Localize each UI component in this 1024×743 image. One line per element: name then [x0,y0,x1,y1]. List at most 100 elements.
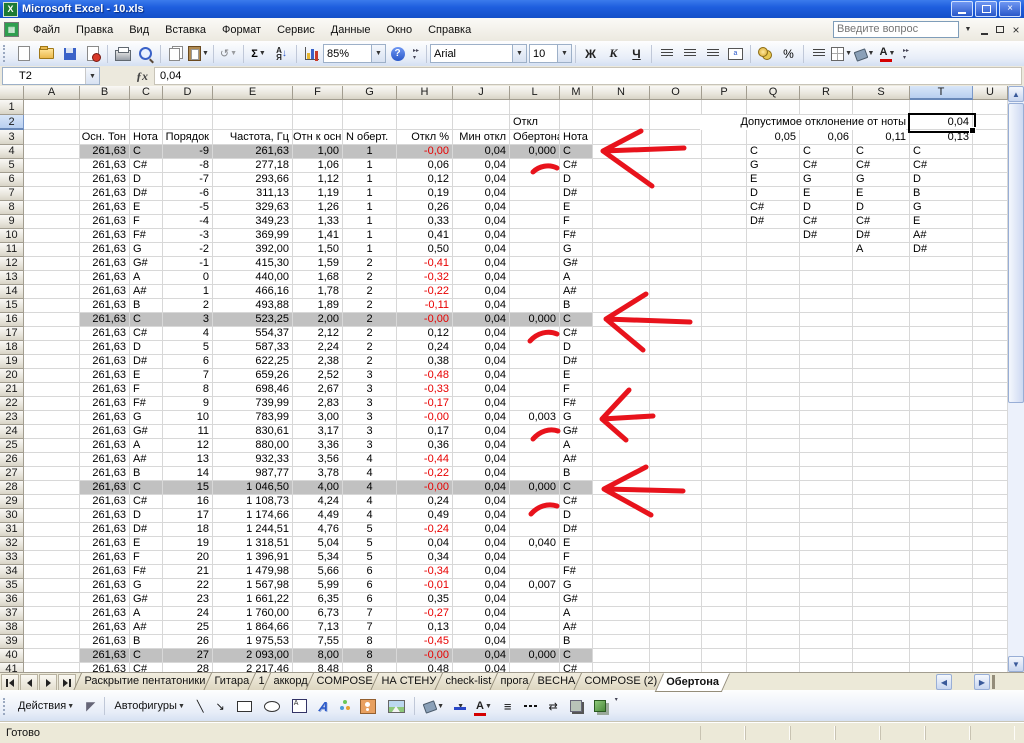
cell-H19[interactable]: 0,38 [397,355,453,369]
cell-P32[interactable] [702,537,747,551]
cell-P38[interactable] [702,621,747,635]
cell-J14[interactable]: 0,04 [453,285,510,299]
menu-файл[interactable]: Файл [25,21,68,39]
cell-E32[interactable]: 1 318,51 [213,537,293,551]
cell-Q40[interactable] [747,649,800,663]
cell-E19[interactable]: 622,25 [213,355,293,369]
cell-R22[interactable] [800,397,853,411]
cell-D36[interactable]: 23 [163,593,213,607]
cell-F25[interactable]: 3,36 [293,439,343,453]
cell-S21[interactable] [853,383,910,397]
cell-U27[interactable] [973,467,1008,481]
cell-J22[interactable]: 0,04 [453,397,510,411]
cell-P30[interactable] [702,509,747,523]
cell-U24[interactable] [973,425,1008,439]
cell-T33[interactable] [910,551,973,565]
cell-R17[interactable] [800,327,853,341]
cell-O2[interactable] [650,115,702,130]
cell-L5[interactable] [510,159,560,173]
help-button[interactable]: ? [386,43,409,65]
cell-U26[interactable] [973,453,1008,467]
cell-Q38[interactable] [747,621,800,635]
cell-N28[interactable] [593,481,650,495]
col-header-B[interactable]: B [80,86,130,100]
cell-B30[interactable]: 261,63 [80,509,130,523]
question-input[interactable] [833,21,959,38]
draw-actions-button[interactable]: Действия ▼ [12,695,80,717]
cell-P15[interactable] [702,299,747,313]
cell-J20[interactable]: 0,04 [453,369,510,383]
cell-T26[interactable] [910,453,973,467]
row-header-1[interactable]: 1 [0,100,24,115]
cell-C13[interactable]: A [130,271,163,285]
cell-S23[interactable] [853,411,910,425]
cell-D8[interactable]: -5 [163,201,213,215]
cell-A29[interactable] [24,495,80,509]
cell-R35[interactable] [800,579,853,593]
cell-D41[interactable]: 28 [163,663,213,672]
cell-O11[interactable] [650,243,702,257]
cell-C24[interactable]: G# [130,425,163,439]
cell-S16[interactable] [853,313,910,327]
cell-U10[interactable] [973,229,1008,243]
cell-C32[interactable]: E [130,537,163,551]
cell-B26[interactable]: 261,63 [80,453,130,467]
cell-C18[interactable]: D [130,341,163,355]
cell-A38[interactable] [24,621,80,635]
cell-H29[interactable]: 0,24 [397,495,453,509]
autoshapes-button[interactable]: Автофигуры ▼ [108,695,191,717]
cell-J17[interactable]: 0,04 [453,327,510,341]
cell-B39[interactable]: 261,63 [80,635,130,649]
cell-S37[interactable] [853,607,910,621]
cell-Q36[interactable] [747,593,800,607]
cell-N9[interactable] [593,215,650,229]
menu-вид[interactable]: Вид [121,21,157,39]
cell-O36[interactable] [650,593,702,607]
cell-G30[interactable]: 4 [343,509,397,523]
cell-S30[interactable] [853,509,910,523]
cell-U33[interactable] [973,551,1008,565]
cell-F31[interactable]: 4,76 [293,523,343,537]
cell-T40[interactable] [910,649,973,663]
cell-O12[interactable] [650,257,702,271]
cell-S35[interactable] [853,579,910,593]
cell-G14[interactable]: 2 [343,285,397,299]
cell-B24[interactable]: 261,63 [80,425,130,439]
cell-A25[interactable] [24,439,80,453]
cell-F19[interactable]: 2,38 [293,355,343,369]
cell-R38[interactable] [800,621,853,635]
cell-Q3[interactable]: 0,05 [747,130,800,145]
cell-E18[interactable]: 587,33 [213,341,293,355]
cell-A2[interactable] [24,115,80,130]
cell-F26[interactable]: 3,56 [293,453,343,467]
cell-Q6[interactable]: E [747,173,800,187]
cell-J23[interactable]: 0,04 [453,411,510,425]
cell-S38[interactable] [853,621,910,635]
cell-D13[interactable]: 0 [163,271,213,285]
cell-S3[interactable]: 0,11 [853,130,910,145]
cell-P4[interactable] [702,145,747,159]
cell-U16[interactable] [973,313,1008,327]
cell-D33[interactable]: 20 [163,551,213,565]
cell-B3[interactable]: Осн. Тон [80,130,130,145]
cell-A21[interactable] [24,383,80,397]
cell-R34[interactable] [800,565,853,579]
cell-G23[interactable]: 3 [343,411,397,425]
cell-O5[interactable] [650,159,702,173]
cell-M26[interactable]: A# [560,453,593,467]
cell-F22[interactable]: 2,83 [293,397,343,411]
cell-H20[interactable]: -0,48 [397,369,453,383]
cell-H9[interactable]: 0,33 [397,215,453,229]
cell-C16[interactable]: C [130,313,163,327]
permission-button[interactable] [81,43,104,65]
cell-H2[interactable] [397,115,453,130]
cell-L13[interactable] [510,271,560,285]
cell-A33[interactable] [24,551,80,565]
cell-A10[interactable] [24,229,80,243]
cell-H33[interactable]: 0,34 [397,551,453,565]
row-header-5[interactable]: 5 [0,159,24,173]
cell-U17[interactable] [973,327,1008,341]
cell-F18[interactable]: 2,24 [293,341,343,355]
cell-M4[interactable]: C [560,145,593,159]
col-header-T[interactable]: T [910,86,973,100]
